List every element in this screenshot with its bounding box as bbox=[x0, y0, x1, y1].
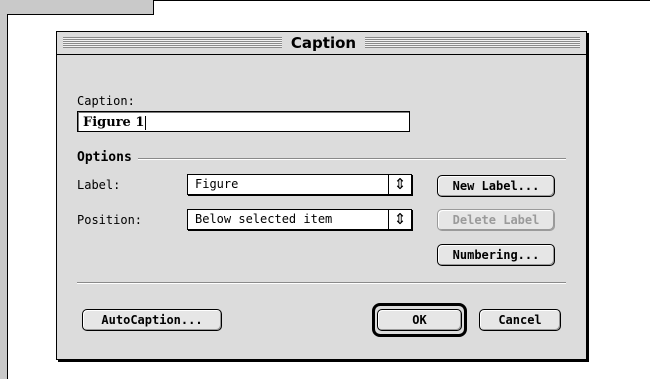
up-down-arrows-icon: ⇕ bbox=[388, 210, 411, 229]
caption-dialog: Caption Caption: Figure 1 Options Label:… bbox=[56, 31, 587, 360]
caption-input-value: Figure 1 bbox=[83, 115, 145, 130]
footer-separator bbox=[77, 282, 566, 284]
background-window-border bbox=[153, 0, 650, 1]
label-field-label: Label: bbox=[77, 178, 121, 192]
position-popup-value: Below selected item bbox=[195, 212, 333, 226]
background-window-tab bbox=[0, 0, 154, 15]
label-popup-menu[interactable]: Figure ⇕ bbox=[187, 174, 412, 195]
cancel-button[interactable]: Cancel bbox=[479, 309, 561, 331]
dialog-title: Caption bbox=[290, 34, 357, 52]
dialog-titlebar[interactable]: Caption bbox=[57, 32, 586, 55]
options-group-divider bbox=[77, 158, 566, 160]
options-group-title: Options bbox=[77, 150, 138, 166]
caption-input[interactable]: Figure 1 bbox=[77, 111, 410, 132]
titlebar-stripes-right bbox=[365, 37, 580, 48]
caption-label: Caption: bbox=[77, 94, 135, 108]
numbering-button[interactable]: Numbering... bbox=[437, 244, 555, 266]
titlebar-stripes-left bbox=[63, 37, 282, 48]
delete-label-button[interactable]: Delete Label bbox=[437, 209, 555, 231]
text-caret bbox=[145, 115, 147, 130]
ok-button[interactable]: OK bbox=[377, 309, 462, 331]
new-label-button[interactable]: New Label... bbox=[437, 175, 555, 197]
position-field-label: Position: bbox=[77, 213, 143, 227]
label-popup-value: Figure bbox=[195, 177, 239, 191]
autocaption-button[interactable]: AutoCaption... bbox=[82, 309, 222, 331]
position-popup-menu[interactable]: Below selected item ⇕ bbox=[187, 209, 412, 230]
background-window-edge bbox=[0, 14, 8, 379]
up-down-arrows-icon: ⇕ bbox=[388, 175, 411, 194]
